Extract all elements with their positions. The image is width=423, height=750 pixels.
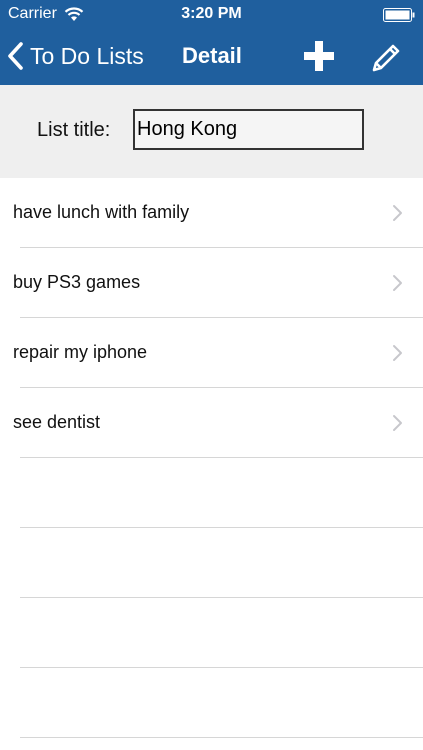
empty-row — [0, 528, 423, 598]
empty-row — [0, 668, 423, 738]
list-title-label: List title: — [37, 119, 111, 141]
todo-item-list: have lunch with family buy PS3 games rep… — [0, 178, 423, 738]
list-item-label: repair my iphone — [13, 342, 148, 362]
back-button[interactable]: To Do Lists — [6, 39, 144, 73]
list-item[interactable]: repair my iphone — [0, 318, 423, 388]
plus-icon — [304, 41, 334, 71]
list-item[interactable]: have lunch with family — [0, 178, 423, 248]
chevron-right-icon — [393, 205, 402, 221]
list-item-label: see dentist — [13, 412, 101, 432]
empty-row — [0, 458, 423, 528]
battery-icon — [383, 8, 415, 22]
add-item-button[interactable] — [303, 40, 335, 72]
status-time: 3:20 PM — [181, 5, 242, 22]
back-button-label: To Do Lists — [30, 42, 144, 69]
status-bar: Carrier 3:20 PM — [0, 0, 423, 30]
list-title-input[interactable] — [133, 109, 364, 150]
list-item-label: buy PS3 games — [13, 272, 141, 292]
nav-title: Detail — [182, 43, 242, 68]
chevron-right-icon — [393, 275, 402, 291]
list-item[interactable]: buy PS3 games — [0, 248, 423, 318]
list-item[interactable]: see dentist — [0, 388, 423, 458]
edit-button[interactable] — [370, 39, 404, 73]
navigation-bar: To Do Lists Detail — [0, 30, 423, 85]
empty-row — [0, 598, 423, 668]
row-divider — [20, 737, 423, 738]
chevron-right-icon — [393, 415, 402, 431]
top-bar: Carrier 3:20 PM To Do Lists Detail — [0, 0, 423, 85]
list-item-label: have lunch with family — [13, 202, 190, 222]
list-title-header: List title: — [0, 85, 423, 178]
chevron-left-icon — [8, 42, 23, 70]
pencil-icon — [372, 44, 400, 72]
chevron-right-icon — [393, 345, 402, 361]
